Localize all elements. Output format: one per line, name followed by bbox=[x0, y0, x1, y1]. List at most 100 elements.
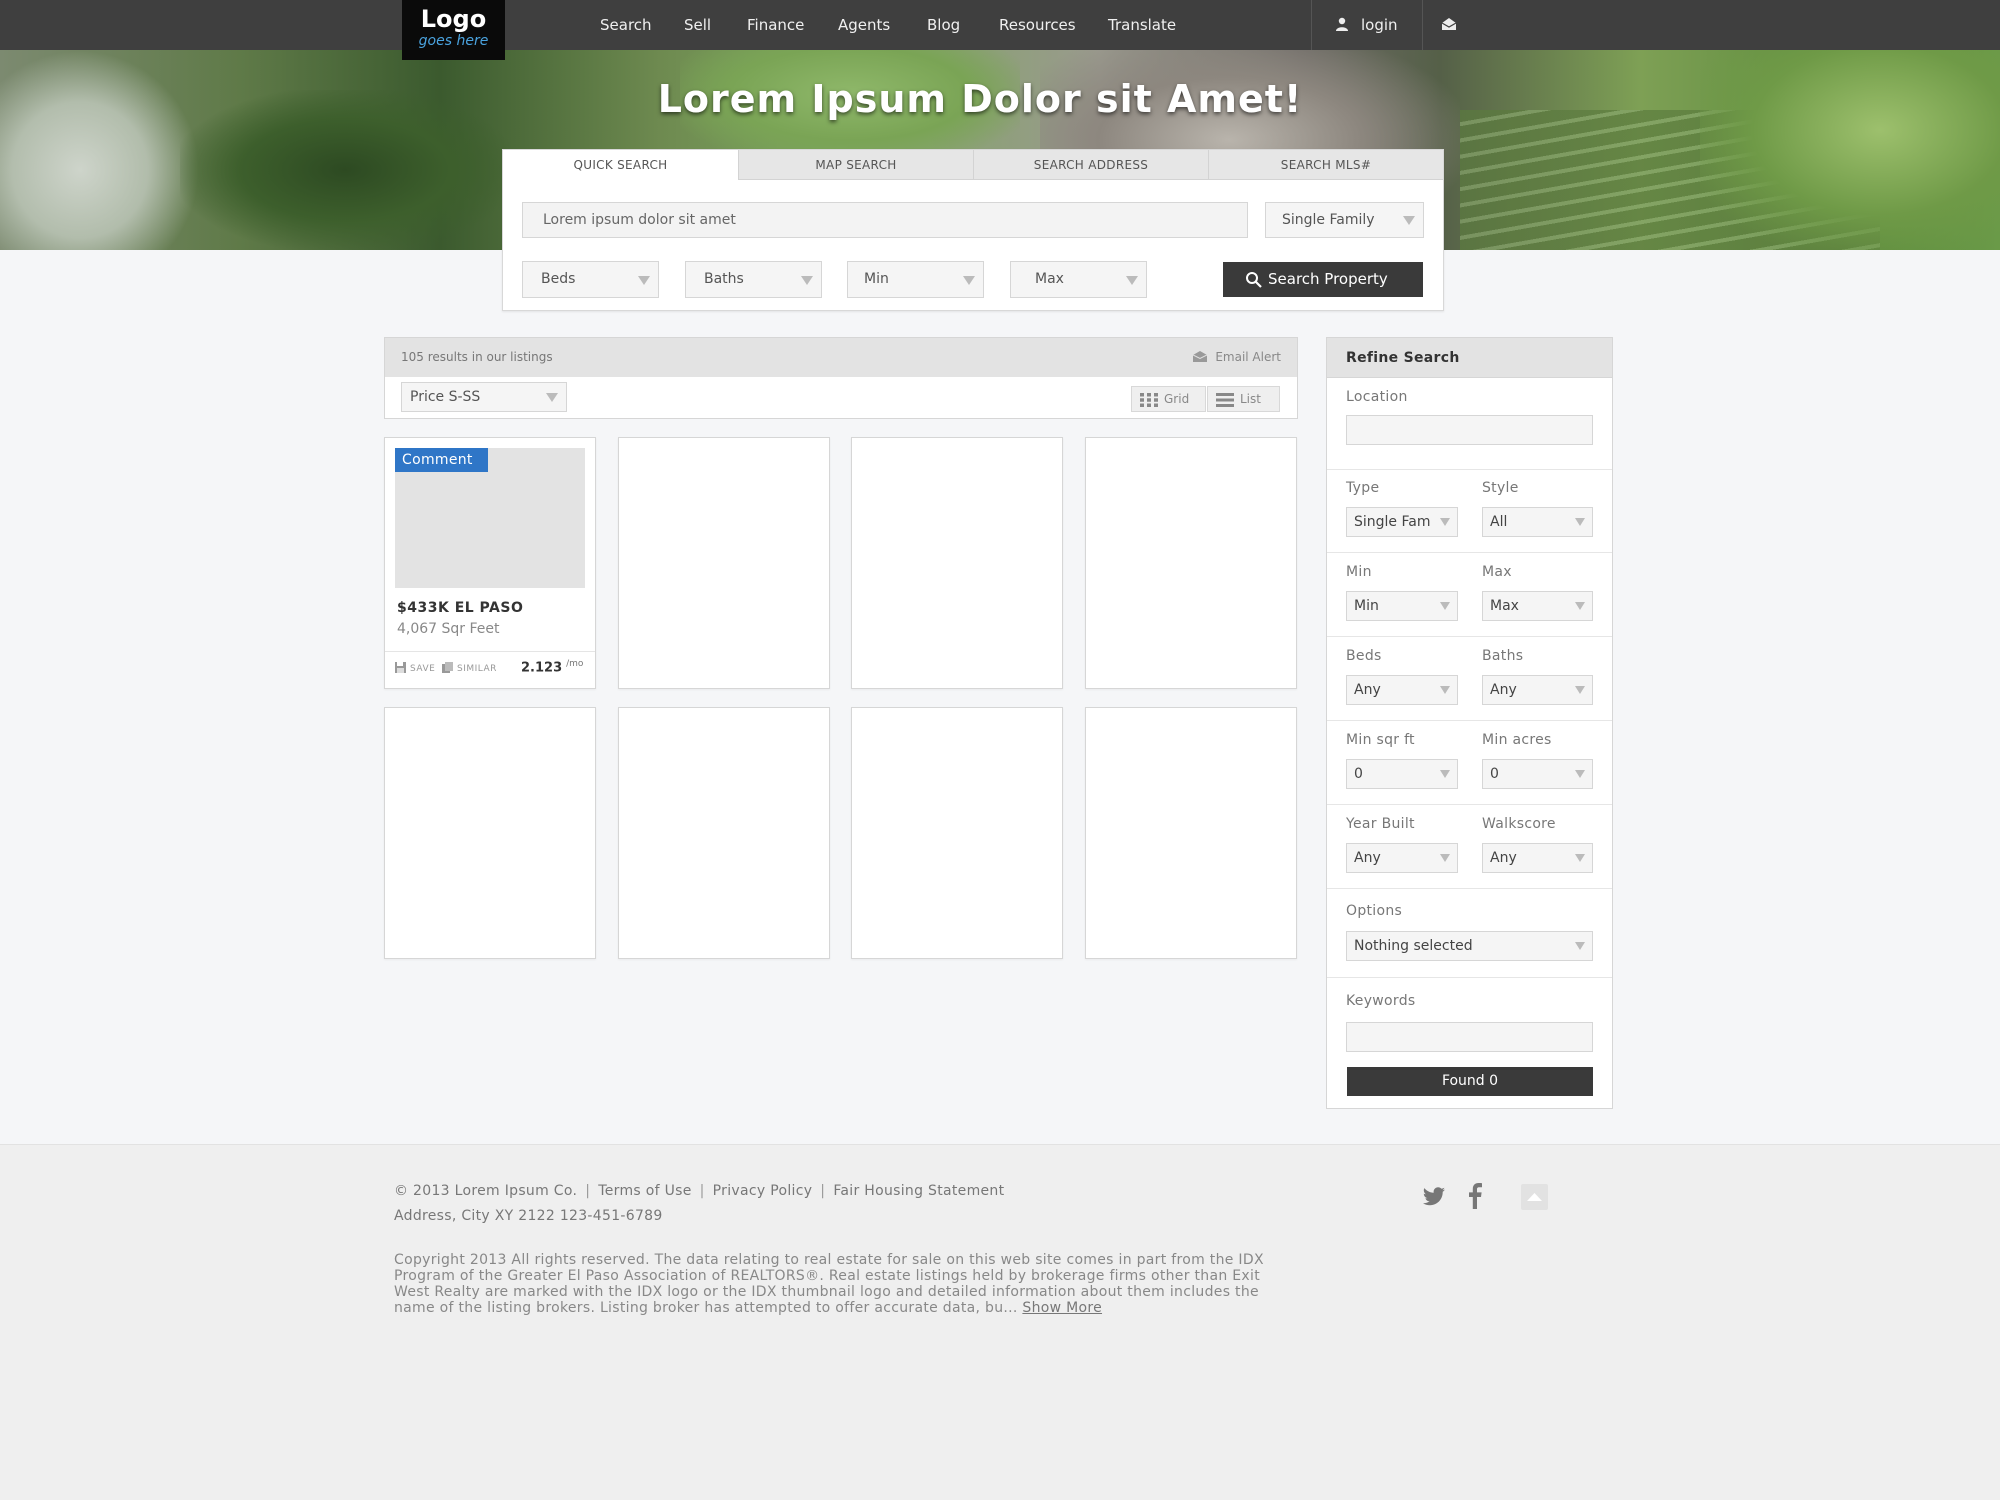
chevron-down-icon bbox=[1575, 686, 1585, 694]
logo-text: Logo bbox=[420, 5, 487, 33]
listing-monthly-price: 2.123/mo bbox=[521, 659, 583, 675]
beds-select[interactable]: Any bbox=[1346, 675, 1458, 705]
link-separator: | bbox=[585, 1183, 591, 1199]
terms-link[interactable]: Terms of Use bbox=[598, 1183, 691, 1199]
listing-card[interactable] bbox=[618, 437, 830, 689]
grid-icon bbox=[1140, 393, 1158, 407]
beds-label: Beds bbox=[1346, 648, 1382, 664]
similar-listings-button[interactable]: SIMILAR bbox=[442, 662, 497, 674]
keywords-input[interactable] bbox=[1346, 1022, 1593, 1052]
chevron-down-icon bbox=[1575, 770, 1585, 778]
tab-quick-search[interactable]: QUICK SEARCH bbox=[503, 150, 738, 180]
options-select[interactable]: Nothing selected bbox=[1346, 931, 1593, 961]
link-separator: | bbox=[699, 1183, 705, 1199]
baths-select[interactable]: Baths bbox=[685, 261, 822, 298]
view-grid-button[interactable]: Grid bbox=[1131, 386, 1206, 412]
back-to-top-icon[interactable] bbox=[1521, 1184, 1548, 1210]
section-divider bbox=[1327, 636, 1612, 637]
location-input[interactable] bbox=[1346, 415, 1593, 445]
listing-title[interactable]: $433K EL PASO bbox=[397, 600, 523, 616]
listing-card[interactable] bbox=[618, 707, 830, 959]
price-value: 2.123 bbox=[521, 660, 563, 676]
fair-housing-link[interactable]: Fair Housing Statement bbox=[833, 1183, 1004, 1199]
show-more-link[interactable]: Show More bbox=[1022, 1300, 1102, 1316]
listing-card[interactable] bbox=[384, 707, 596, 959]
login-link[interactable]: login bbox=[1335, 14, 1398, 36]
baths-select[interactable]: Any bbox=[1482, 675, 1593, 705]
logo[interactable]: Logo goes here bbox=[402, 0, 505, 60]
min-price-select[interactable]: Min bbox=[847, 261, 984, 298]
listing-card[interactable]: Comment $433K EL PASO 4,067 Sqr Feet SAV… bbox=[384, 437, 596, 689]
nav-sell[interactable]: Sell bbox=[684, 14, 711, 36]
listing-card[interactable] bbox=[851, 707, 1063, 959]
listing-card[interactable] bbox=[851, 437, 1063, 689]
nav-search[interactable]: Search bbox=[600, 14, 652, 36]
section-divider bbox=[1327, 977, 1612, 978]
walkscore-select[interactable]: Any bbox=[1482, 843, 1593, 873]
results-toolbar: Price S-SS Grid List bbox=[384, 377, 1298, 419]
envelope-icon[interactable] bbox=[1441, 17, 1457, 31]
type-label: Type bbox=[1346, 480, 1380, 496]
listing-sqft: 4,067 Sqr Feet bbox=[397, 621, 500, 637]
save-label: SAVE bbox=[410, 664, 436, 674]
walkscore-label: Walkscore bbox=[1482, 816, 1556, 832]
tab-map-search[interactable]: MAP SEARCH bbox=[738, 150, 973, 180]
email-alert-link[interactable]: Email Alert bbox=[1193, 350, 1281, 364]
nav-blog[interactable]: Blog bbox=[927, 14, 960, 36]
min-select[interactable]: Min bbox=[1346, 591, 1458, 621]
property-type-select[interactable]: Single Family bbox=[1265, 202, 1424, 238]
min-sqft-select[interactable]: 0 bbox=[1346, 759, 1458, 789]
walkscore-value: Any bbox=[1490, 850, 1517, 866]
section-divider bbox=[1327, 552, 1612, 553]
nav-finance[interactable]: Finance bbox=[747, 14, 804, 36]
max-select[interactable]: Max bbox=[1482, 591, 1593, 621]
tab-search-address[interactable]: SEARCH ADDRESS bbox=[973, 150, 1208, 180]
style-label: Style bbox=[1482, 480, 1519, 496]
search-property-button[interactable]: Search Property bbox=[1223, 262, 1423, 297]
nav-translate[interactable]: Translate bbox=[1108, 14, 1176, 36]
documents-icon bbox=[442, 662, 453, 673]
facebook-icon[interactable] bbox=[1468, 1183, 1482, 1209]
footer-links: © 2013 Lorem Ipsum Co. | Terms of Use | Priv… bbox=[394, 1183, 1004, 1199]
chevron-down-icon bbox=[1575, 942, 1585, 950]
section-divider bbox=[1327, 720, 1612, 721]
tab-search-mls[interactable]: SEARCH MLS# bbox=[1208, 150, 1443, 180]
year-built-value: Any bbox=[1354, 850, 1381, 866]
max-label: Max bbox=[1482, 564, 1512, 580]
chevron-down-icon bbox=[1440, 518, 1450, 526]
top-navbar: Logo goes here Search Sell Finance Agent… bbox=[0, 0, 2000, 60]
beds-value: Beds bbox=[541, 271, 576, 287]
chevron-up-icon bbox=[1527, 1193, 1542, 1201]
nav-resources[interactable]: Resources bbox=[999, 14, 1076, 36]
save-listing-button[interactable]: SAVE bbox=[395, 662, 435, 674]
max-price-value: Max bbox=[1035, 271, 1064, 287]
search-icon bbox=[1246, 272, 1262, 288]
sort-select[interactable]: Price S-SS bbox=[401, 382, 567, 412]
view-list-button[interactable]: List bbox=[1207, 386, 1280, 412]
listing-card[interactable] bbox=[1085, 707, 1297, 959]
min-acres-select[interactable]: 0 bbox=[1482, 759, 1593, 789]
year-built-select[interactable]: Any bbox=[1346, 843, 1458, 873]
style-select[interactable]: All bbox=[1482, 507, 1593, 537]
listing-card[interactable] bbox=[1085, 437, 1297, 689]
card-divider bbox=[385, 651, 595, 652]
chevron-down-icon bbox=[1575, 854, 1585, 862]
search-button-label: Search Property bbox=[1268, 270, 1388, 288]
beds-select[interactable]: Beds bbox=[522, 261, 659, 298]
found-results-button[interactable]: Found 0 bbox=[1347, 1067, 1593, 1096]
chevron-down-icon bbox=[1440, 602, 1450, 610]
search-query-input[interactable]: Lorem ipsum dolor sit amet bbox=[522, 202, 1248, 238]
list-icon bbox=[1216, 393, 1234, 407]
max-price-select[interactable]: Max bbox=[1010, 261, 1147, 298]
chevron-down-icon bbox=[1440, 770, 1450, 778]
baths-value: Any bbox=[1490, 682, 1517, 698]
privacy-link[interactable]: Privacy Policy bbox=[713, 1183, 813, 1199]
options-value: Nothing selected bbox=[1354, 938, 1473, 954]
nav-agents[interactable]: Agents bbox=[838, 14, 890, 36]
min-label: Min bbox=[1346, 564, 1372, 580]
twitter-icon[interactable] bbox=[1422, 1187, 1446, 1207]
chevron-down-icon bbox=[1403, 216, 1415, 225]
type-select[interactable]: Single Fam bbox=[1346, 507, 1458, 537]
chevron-down-icon bbox=[1575, 602, 1585, 610]
legal-text: Copyright 2013 All rights reserved. The … bbox=[394, 1252, 1264, 1316]
